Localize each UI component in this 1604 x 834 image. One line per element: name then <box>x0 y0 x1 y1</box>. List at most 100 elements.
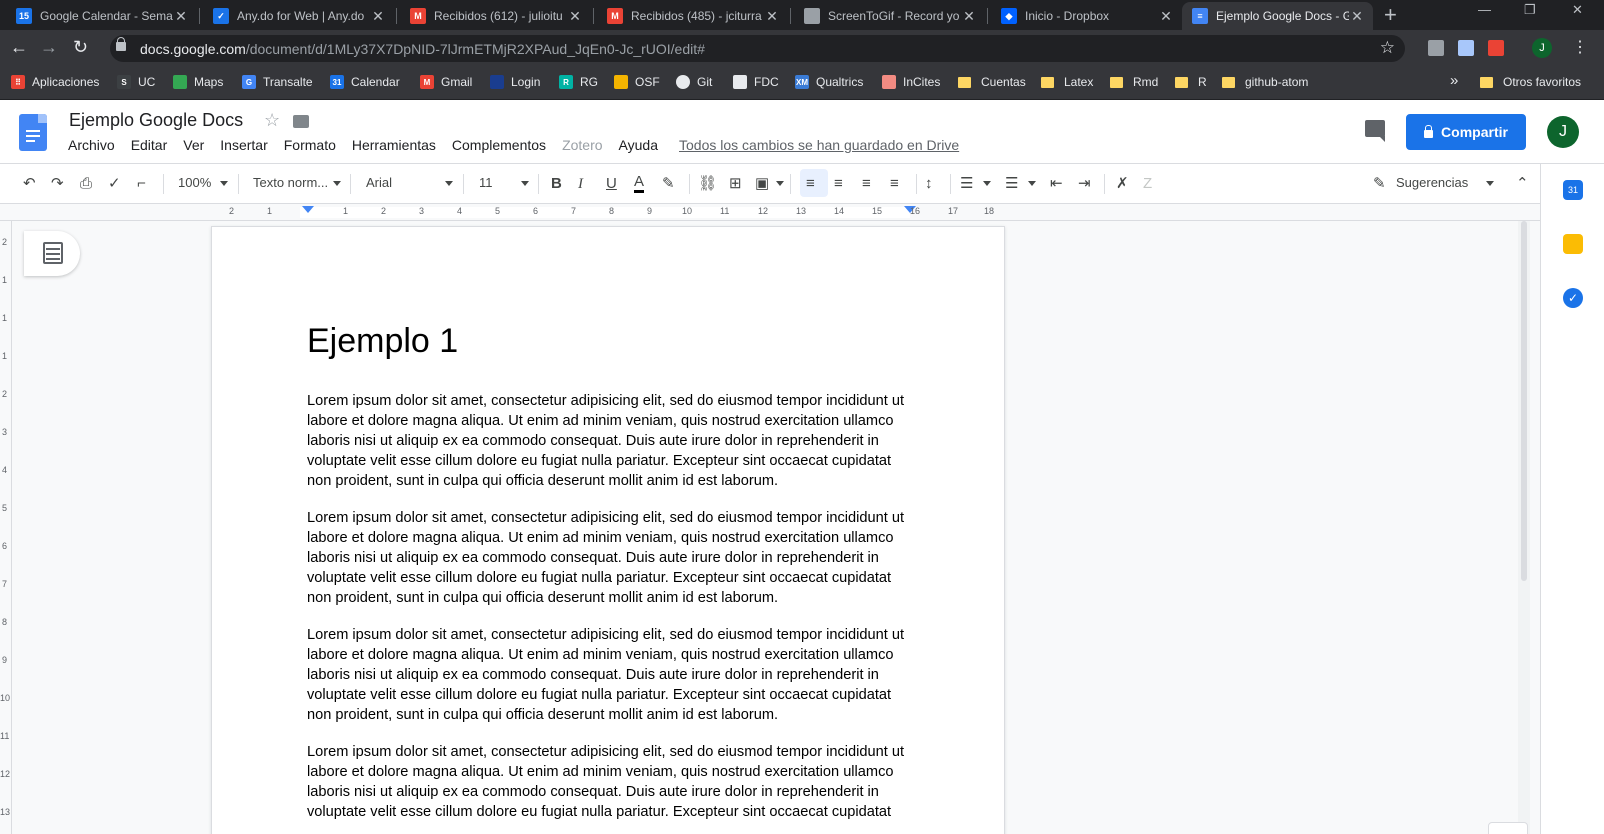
browser-tab-docs-active[interactable]: ≡ Ejemplo Google Docs - G ✕ <box>1182 2 1373 30</box>
browser-tab-dropbox[interactable]: ◆ Inicio - Dropbox ✕ <box>991 2 1182 30</box>
restore-icon[interactable]: ❐ <box>1524 2 1536 18</box>
bookmark-qualtrics[interactable]: XM Qualtrics <box>795 75 863 89</box>
line-spacing-icon[interactable]: ↕ <box>925 174 933 194</box>
bookmark-folder-latex[interactable]: Latex <box>1041 75 1093 89</box>
user-avatar[interactable]: J <box>1547 116 1579 148</box>
bold-button[interactable]: B <box>551 174 562 194</box>
menu-insertar[interactable]: Insertar <box>220 137 267 153</box>
document-outline-button[interactable] <box>24 231 80 276</box>
close-tab-icon[interactable]: ✕ <box>370 8 386 25</box>
horizontal-ruler[interactable]: 2 1 1 2 3 4 5 6 7 8 9 10 11 12 13 14 15 … <box>0 204 1540 221</box>
close-tab-icon[interactable]: ✕ <box>1349 8 1365 25</box>
bookmark-uc[interactable]: S UC <box>117 75 155 89</box>
close-tab-icon[interactable]: ✕ <box>567 8 583 25</box>
clear-formatting-icon[interactable]: ✗ <box>1116 174 1129 194</box>
align-center-icon[interactable]: ≡ <box>834 174 843 194</box>
browser-menu-icon[interactable]: ⋮ <box>1572 40 1588 56</box>
font-select[interactable]: Arial <box>366 175 392 190</box>
close-tab-icon[interactable]: ✕ <box>1158 8 1174 25</box>
explore-button[interactable] <box>1488 822 1528 834</box>
bookmarks-overflow-icon[interactable]: » <box>1450 72 1458 89</box>
browser-tab-gmail-1[interactable]: M Recibidos (612) - julioitu ✕ <box>400 2 591 30</box>
reload-icon[interactable]: ↻ <box>73 38 88 56</box>
menu-zotero[interactable]: Zotero <box>562 137 602 153</box>
bookmark-folder-cuentas[interactable]: Cuentas <box>958 75 1026 89</box>
zotero-icon[interactable]: Z <box>1143 174 1152 194</box>
bookmark-translate[interactable]: G Transalte <box>242 75 313 89</box>
tasks-icon[interactable]: ✓ <box>1563 288 1583 308</box>
bookmark-calendar[interactable]: 31 Calendar <box>330 75 400 89</box>
paragraph-style-select[interactable]: Texto norm... <box>253 175 328 190</box>
close-tab-icon[interactable]: ✕ <box>961 8 977 25</box>
document-paragraph[interactable]: Lorem ipsum dolor sit amet, consectetur … <box>307 391 907 491</box>
close-tab-icon[interactable]: ✕ <box>764 8 780 25</box>
underline-button[interactable]: U <box>606 174 617 194</box>
browser-tab-screentogif[interactable]: ScreenToGif - Record yo ✕ <box>794 2 985 30</box>
move-folder-icon[interactable] <box>293 115 309 128</box>
bookmark-maps[interactable]: Maps <box>173 75 223 89</box>
insert-image-icon[interactable]: ▣ <box>755 174 769 194</box>
increase-indent-icon[interactable]: ⇥ <box>1078 174 1091 194</box>
bulleted-list-icon[interactable]: ☰ <box>1005 174 1018 194</box>
bookmark-folder-rmd[interactable]: Rmd <box>1110 75 1158 89</box>
extension-h-icon[interactable] <box>1428 40 1444 56</box>
window-close-icon[interactable]: ✕ <box>1572 2 1583 18</box>
docs-logo-icon[interactable] <box>19 114 47 151</box>
add-comment-icon[interactable]: ⊞ <box>729 174 742 194</box>
back-arrow-icon[interactable]: ← <box>10 38 28 56</box>
scrollbar-thumb[interactable] <box>1521 221 1527 581</box>
decrease-indent-icon[interactable]: ⇤ <box>1050 174 1063 194</box>
document-title[interactable]: Ejemplo Google Docs <box>69 110 243 131</box>
link-icon[interactable]: ⛓ <box>698 174 717 194</box>
close-tab-icon[interactable]: ✕ <box>173 8 189 25</box>
align-right-icon[interactable]: ≡ <box>862 174 871 194</box>
extension-doc-icon[interactable] <box>1458 40 1474 56</box>
bookmark-osf[interactable]: OSF <box>614 75 660 89</box>
vertical-scrollbar[interactable] <box>1518 221 1530 834</box>
document-heading[interactable]: Ejemplo 1 <box>307 322 458 361</box>
menu-editar[interactable]: Editar <box>131 137 168 153</box>
bookmark-folder-github-atom[interactable]: github-atom <box>1222 75 1308 89</box>
bookmark-fdc[interactable]: FDC <box>733 75 779 89</box>
editing-mode-select[interactable]: Sugerencias <box>1396 175 1468 190</box>
address-bar[interactable]: docs.google.com/document/d/1MLy37X7DpNID… <box>110 35 1405 62</box>
document-page[interactable]: Ejemplo 1 Lorem ipsum dolor sit amet, co… <box>211 226 1005 834</box>
collapse-menus-icon[interactable]: ⌃ <box>1516 174 1529 194</box>
document-canvas[interactable]: Ejemplo 1 Lorem ipsum dolor sit amet, co… <box>12 221 1528 834</box>
document-paragraph[interactable]: Lorem ipsum dolor sit amet, consectetur … <box>307 742 907 822</box>
browser-tab-gmail-2[interactable]: M Recibidos (485) - jciturra ✕ <box>597 2 788 30</box>
indent-marker-icon[interactable] <box>302 206 314 213</box>
text-color-button[interactable]: A <box>634 174 645 193</box>
bookmark-rg[interactable]: R RG <box>559 75 598 89</box>
browser-tab-calendar[interactable]: 15 Google Calendar - Sema ✕ <box>6 2 197 30</box>
bookmark-folder-r[interactable]: R <box>1175 75 1207 89</box>
menu-ayuda[interactable]: Ayuda <box>619 137 658 153</box>
menu-herramientas[interactable]: Herramientas <box>352 137 436 153</box>
profile-avatar[interactable]: J <box>1532 38 1552 58</box>
document-paragraph[interactable]: Lorem ipsum dolor sit amet, consectetur … <box>307 508 907 608</box>
star-icon[interactable]: ☆ <box>264 110 280 131</box>
font-size-select[interactable]: 11 <box>479 175 493 190</box>
bookmark-incites[interactable]: InCites <box>882 75 940 89</box>
minimize-icon[interactable]: — <box>1478 2 1491 17</box>
share-button[interactable]: Compartir <box>1406 114 1526 150</box>
keep-icon[interactable] <box>1563 234 1583 254</box>
new-tab-button[interactable]: + <box>1384 4 1397 26</box>
numbered-list-icon[interactable]: ☰ <box>960 174 973 194</box>
bookmark-other-favorites[interactable]: Otros favoritos <box>1480 75 1581 89</box>
bookmark-login[interactable]: Login <box>490 75 540 89</box>
menu-formato[interactable]: Formato <box>284 137 336 153</box>
calendar-icon[interactable]: 31 <box>1563 180 1583 200</box>
align-left-icon[interactable]: ≡ <box>806 174 815 194</box>
print-icon[interactable]: ⎙ <box>80 174 92 194</box>
undo-icon[interactable]: ↶ <box>23 174 36 194</box>
menu-complementos[interactable]: Complementos <box>452 137 546 153</box>
spellcheck-icon[interactable]: ✓ <box>108 174 121 194</box>
zoom-select[interactable]: 100% <box>178 175 211 190</box>
menu-ver[interactable]: Ver <box>183 137 204 153</box>
italic-button[interactable]: I <box>578 174 583 194</box>
vertical-ruler[interactable]: 2 1 1 1 2 3 4 5 6 7 8 9 10 11 12 13 <box>0 221 12 834</box>
forward-arrow-icon[interactable]: → <box>40 38 58 56</box>
menu-archivo[interactable]: Archivo <box>68 137 115 153</box>
bookmark-gmail[interactable]: M Gmail <box>420 75 472 89</box>
